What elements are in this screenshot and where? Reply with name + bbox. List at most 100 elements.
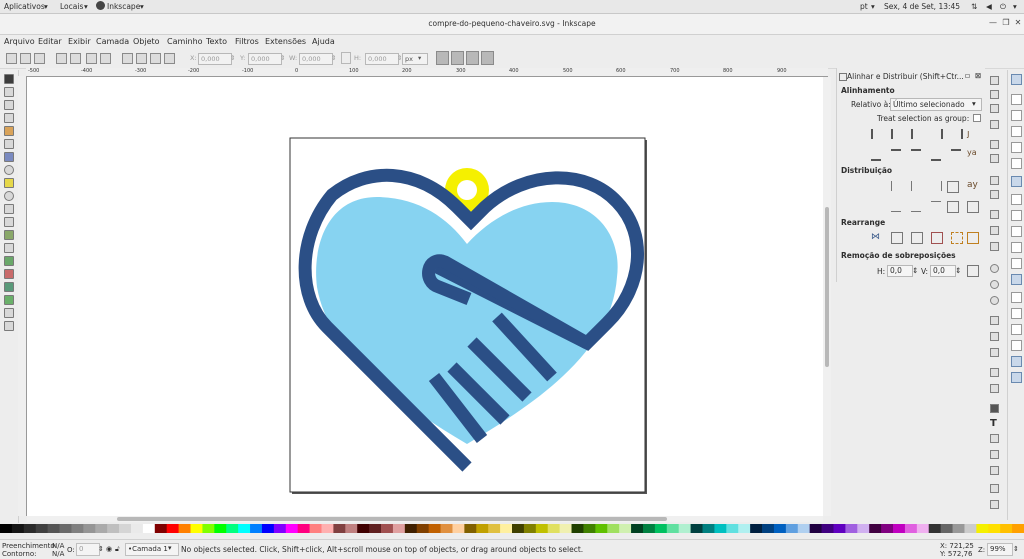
y-spin-icon[interactable]: ⇕ [280, 54, 285, 62]
palette-swatch[interactable] [762, 524, 775, 533]
measure-tool-icon[interactable] [4, 126, 14, 136]
palette-swatch[interactable] [202, 524, 215, 533]
randomize-positions-icon[interactable] [951, 232, 963, 244]
align-top-icon[interactable] [891, 149, 901, 161]
palette-swatch[interactable] [238, 524, 251, 533]
transform-gradients-icon[interactable] [466, 51, 479, 65]
palette-swatch[interactable] [964, 524, 977, 533]
distribute-gaps-h-icon[interactable] [947, 181, 959, 193]
palette-swatch[interactable] [47, 524, 60, 533]
palette-swatch[interactable] [1012, 524, 1024, 533]
palette-swatch[interactable] [928, 524, 942, 533]
palette-swatch[interactable] [369, 524, 382, 533]
h-field[interactable]: 0,000 [365, 53, 399, 65]
exchange-z-order-icon[interactable] [911, 232, 923, 244]
new-document-icon[interactable] [990, 76, 999, 85]
redo-icon[interactable] [990, 190, 999, 199]
palette-swatch[interactable] [916, 524, 930, 533]
copy-icon[interactable] [990, 210, 999, 219]
palette-swatch[interactable] [702, 524, 715, 533]
palette-swatch[interactable] [869, 524, 882, 533]
minimize-icon[interactable]: — [988, 18, 998, 28]
rotate-ccw-icon[interactable] [56, 53, 67, 64]
text-tool-icon[interactable] [4, 243, 14, 253]
unclump-icon[interactable] [967, 232, 979, 244]
y-field[interactable]: 0,000 [248, 53, 282, 65]
palette-swatch[interactable] [559, 524, 572, 533]
lower-icon[interactable] [150, 53, 161, 64]
zoom-tool-icon[interactable] [4, 113, 14, 123]
palette-swatch[interactable] [750, 524, 763, 533]
scale-stroke-icon[interactable] [436, 51, 449, 65]
palette-swatch[interactable] [333, 524, 346, 533]
paint-bucket-tool-icon[interactable] [4, 282, 14, 292]
clone-icon[interactable] [990, 332, 999, 341]
palette-swatch[interactable] [381, 524, 394, 533]
layers-icon[interactable] [990, 450, 999, 459]
pencil-tool-icon[interactable] [4, 204, 14, 214]
palette-swatch[interactable] [547, 524, 561, 533]
raise-icon[interactable] [136, 53, 147, 64]
snap-bbox-midpoints-icon[interactable] [1011, 142, 1022, 153]
palette-swatch[interactable] [857, 524, 870, 533]
zoom-field[interactable]: 99% [987, 543, 1013, 556]
deselect-icon[interactable] [34, 53, 45, 64]
eraser-tool-icon[interactable] [4, 269, 14, 279]
palette-swatch[interactable] [178, 524, 191, 533]
distribute-center-h-icon[interactable] [911, 181, 922, 191]
treat-group-checkbox[interactable] [973, 114, 981, 122]
align-right-edge-icon[interactable] [951, 129, 963, 139]
palette-swatch[interactable] [71, 524, 84, 533]
menu-filtros[interactable]: Filtros [235, 37, 259, 46]
snap-text-baseline-icon[interactable] [1011, 324, 1022, 335]
palette-swatch[interactable] [690, 524, 703, 533]
horizontal-scrollbar[interactable] [27, 516, 823, 522]
palette-swatch[interactable] [440, 524, 453, 533]
volume-icon[interactable]: ◀ [986, 2, 992, 11]
overlap-v-field[interactable]: 0,0 [930, 265, 956, 277]
palette-swatch[interactable] [738, 524, 751, 533]
distribute-baseline-v-icon[interactable] [967, 201, 979, 213]
palette-swatch[interactable] [583, 524, 596, 533]
calligraphy-tool-icon[interactable] [4, 230, 14, 240]
palette-swatch[interactable] [190, 524, 203, 533]
align-bottom-edge-icon[interactable] [871, 149, 881, 161]
align-right-icon[interactable] [931, 129, 943, 139]
snap-bbox-edges-icon[interactable] [1011, 110, 1022, 121]
snap-nodes-icon[interactable] [1011, 176, 1022, 187]
star-tool-icon[interactable] [4, 178, 14, 188]
drawing-canvas[interactable] [27, 77, 823, 516]
palette-swatch[interactable] [273, 524, 287, 533]
distribute-bottom-icon[interactable] [931, 201, 941, 212]
palette-swatch[interactable] [428, 524, 441, 533]
center-horizontal-icon[interactable] [911, 129, 923, 139]
menu-camada[interactable]: Camada [96, 37, 129, 46]
menu-arquivo[interactable]: Arquivo [4, 37, 35, 46]
palette-swatch[interactable] [416, 524, 430, 533]
palette-swatch[interactable] [154, 524, 168, 533]
align-left-icon[interactable] [891, 129, 903, 139]
palette-swatch[interactable] [130, 524, 144, 533]
ellipse-tool-icon[interactable] [4, 165, 14, 175]
gradient-tool-icon[interactable] [4, 295, 14, 305]
pen-tool-icon[interactable] [4, 217, 14, 227]
palette-swatch[interactable] [297, 524, 310, 533]
align-text-anchor-icon[interactable]: ȷ [967, 129, 977, 139]
palette-swatch[interactable] [166, 524, 180, 533]
power-icon[interactable]: ⏻ [1000, 2, 1006, 12]
clock[interactable]: Sex, 4 de Set, 13:45 [884, 2, 960, 11]
opacity-spin-icon[interactable]: ⇕ [98, 545, 104, 553]
align-baseline-icon[interactable]: ya [967, 148, 977, 158]
fill-stroke-icon[interactable] [990, 404, 999, 413]
palette-swatch[interactable] [476, 524, 489, 533]
raise-to-top-icon[interactable] [122, 53, 133, 64]
node-tool-icon[interactable] [4, 87, 14, 97]
palette-swatch[interactable] [83, 524, 96, 533]
palette-swatch[interactable] [321, 524, 334, 533]
snap-enable-icon[interactable] [1011, 74, 1022, 85]
paste-icon[interactable] [990, 242, 999, 251]
connector-tool-icon[interactable] [4, 321, 14, 331]
snap-cusp-nodes-icon[interactable] [1011, 226, 1022, 237]
palette-swatch[interactable] [23, 524, 37, 533]
palette-swatch[interactable] [35, 524, 49, 533]
